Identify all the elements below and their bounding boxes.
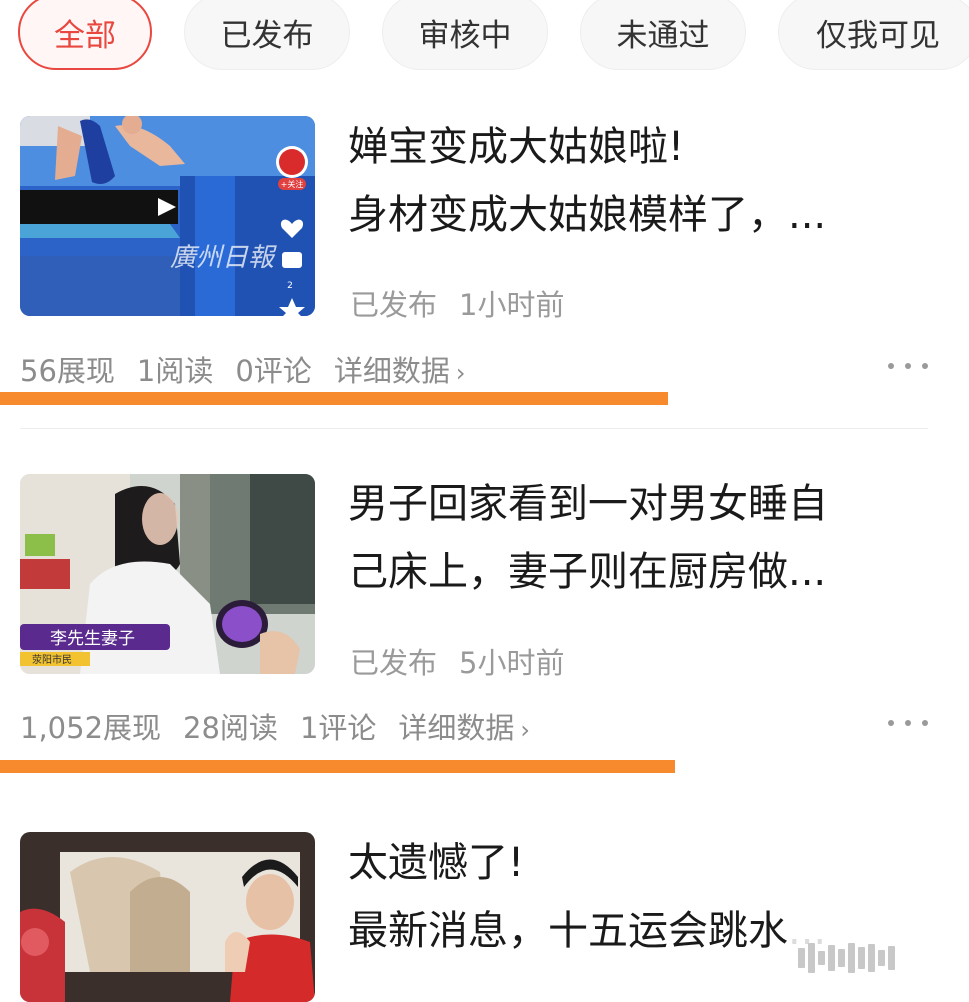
filter-tabs: 全部 已发布 审核中 未通过 仅我可见 [0, 0, 969, 80]
tab-private-label: 仅我可见 [816, 17, 940, 54]
tab-reviewing[interactable]: 审核中 [382, 0, 548, 70]
highlight-underline [0, 760, 675, 773]
article-title-line2: 己床上，妻子则在厨房做... [348, 549, 827, 595]
article-thumbnail[interactable]: 廣州日報 +关注 2 [20, 116, 315, 316]
thumbnail-follow-badge: +关注 [281, 179, 304, 189]
tab-all-label: 全部 [54, 17, 116, 54]
thumbnail-count: 2 [287, 281, 293, 291]
chevron-right-icon: › [520, 716, 531, 744]
comments-count: 1评论 [299, 711, 377, 745]
kitchen-thumbnail-image: 李先生妻子 荥阳市民 [20, 474, 315, 674]
comments-count: 0评论 [235, 354, 312, 388]
chevron-right-icon: › [455, 359, 466, 387]
article-title-line1: 婵宝变成大姑娘啦! [348, 124, 685, 170]
article-thumbnail[interactable] [20, 832, 315, 1002]
article-thumbnail[interactable]: 李先生妻子 荥阳市民 [20, 474, 315, 674]
reads-count: 28阅读 [183, 711, 278, 745]
tab-rejected-label: 未通过 [616, 17, 710, 54]
article-title-line1: 男子回家看到一对男女睡自 [348, 481, 828, 527]
status-label: 已发布 [350, 288, 438, 322]
reads-count: 1阅读 [136, 354, 214, 388]
highlight-underline [0, 392, 668, 405]
diving-thumbnail-image: 廣州日報 +关注 2 [20, 116, 315, 316]
publish-time: 1小时前 [459, 288, 565, 322]
divider [20, 428, 928, 429]
more-horizontal-icon[interactable] [888, 713, 928, 733]
article-meta: 已发布 1小时前 [350, 282, 586, 324]
article-title[interactable]: 男子回家看到一对男女睡自 己床上，妻子则在厨房做... [348, 470, 908, 606]
article-title-line1: 太遗憾了! [348, 840, 525, 886]
publish-time: 5小时前 [459, 646, 565, 680]
thumbnail-watermark: 廣州日報 [170, 243, 277, 273]
impressions-count: 56展现 [20, 354, 115, 388]
impressions-count: 1,052展现 [20, 711, 162, 745]
tab-rejected[interactable]: 未通过 [580, 0, 746, 70]
tab-reviewing-label: 审核中 [418, 17, 512, 54]
article-meta: 已发布 5小时前 [350, 640, 586, 682]
detail-data-link[interactable]: 详细数据 › [334, 354, 466, 388]
detail-data-link[interactable]: 详细数据 › [398, 711, 530, 745]
tab-all[interactable]: 全部 [18, 0, 152, 70]
article-title[interactable]: 婵宝变成大姑娘啦! 身材变成大姑娘模样了，... [348, 113, 908, 249]
tab-private[interactable]: 仅我可见 [778, 0, 969, 70]
thumbnail-subcaption: 荥阳市民 [32, 653, 72, 666]
detail-data-label: 详细数据 [333, 354, 450, 388]
article-stats: 56展现 1阅读 0评论 详细数据 › [20, 348, 465, 390]
thumbnail-caption: 李先生妻子 [50, 629, 135, 649]
watermark-logo [790, 936, 950, 980]
tab-published-label: 已发布 [220, 17, 314, 54]
bus-thumbnail-image [20, 832, 315, 1002]
tab-published[interactable]: 已发布 [184, 0, 350, 70]
article-stats: 1,052展现 28阅读 1评论 详细数据 › [20, 705, 530, 747]
detail-data-label: 详细数据 [398, 711, 515, 745]
more-horizontal-icon[interactable] [888, 356, 928, 376]
article-title-line2: 身材变成大姑娘模样了，... [348, 192, 827, 238]
status-label: 已发布 [350, 646, 438, 680]
